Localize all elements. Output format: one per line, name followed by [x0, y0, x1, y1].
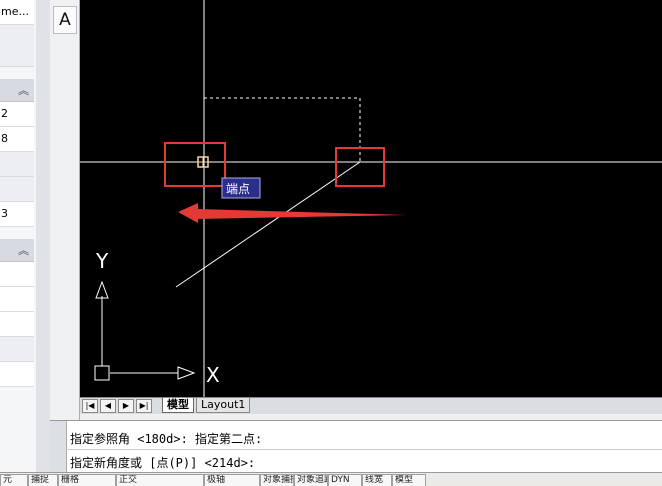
status-bar: 元 捕捉 栅格 正交 极轴 对象捕捉 对象追踪 DYN 线宽 模型 [0, 472, 662, 486]
command-prompt-line[interactable]: 指定新角度或 [点(P)] <214d>: [70, 454, 255, 471]
snap-tooltip-text: 端点 [226, 182, 250, 196]
property-row[interactable] [0, 177, 34, 202]
command-window[interactable]: 指定参照角 <180d>: 指定第二点: 指定新角度或 [点(P)] <214d… [50, 420, 662, 473]
status-coords: 元 [0, 474, 28, 486]
red-arrow-annotation [178, 203, 406, 223]
text-tool-button[interactable]: A [53, 6, 77, 34]
property-row[interactable]: 8 [0, 127, 34, 152]
command-separator [66, 449, 662, 450]
section-header[interactable]: ︽ [0, 239, 34, 262]
property-row[interactable] [0, 262, 34, 287]
status-osnap-toggle[interactable]: 对象捕捉 [260, 474, 294, 486]
status-snap-toggle[interactable]: 捕捉 [28, 474, 58, 486]
command-history-line: 指定参照角 <180d>: 指定第二点: [70, 432, 263, 446]
draw-toolbar: A [50, 0, 80, 420]
highlight-box-endpoint [164, 142, 226, 187]
properties-panel: me... ︽ 2 8 3 ︽ [0, 0, 37, 472]
property-value: 3 [1, 207, 8, 220]
property-row[interactable] [0, 40, 34, 67]
property-value: 2 [1, 107, 8, 120]
tab-layout1[interactable]: Layout1 [196, 398, 251, 413]
property-row[interactable] [0, 362, 34, 387]
ucs-y-arrowhead [95, 280, 109, 299]
first-tab-button[interactable]: |◀ [82, 399, 98, 413]
command-window-grip[interactable] [50, 421, 67, 473]
next-tab-button[interactable]: ▶ [118, 399, 134, 413]
canvas-drawing: 端点 Y X [80, 0, 662, 397]
section-header[interactable]: ︽ [0, 79, 34, 102]
layout-tab-bar: |◀ ◀ ▶ ▶| 模型 Layout1 [80, 397, 662, 414]
status-lineweight-toggle[interactable]: 线宽 [362, 474, 392, 486]
status-ortho-toggle[interactable]: 正交 [116, 474, 204, 486]
status-model-toggle[interactable]: 模型 [392, 474, 426, 486]
property-row[interactable] [0, 287, 34, 312]
status-polar-toggle[interactable]: 极轴 [204, 474, 260, 486]
property-row[interactable] [0, 312, 34, 337]
property-row[interactable]: 2 [0, 102, 34, 127]
property-row[interactable]: 3 [0, 202, 34, 227]
ucs-y-label: Y [95, 249, 109, 273]
ucs-x-label: X [206, 363, 220, 387]
status-grid-toggle[interactable]: 栅格 [58, 474, 116, 486]
property-row[interactable]: me... [0, 0, 34, 25]
property-row[interactable] [0, 152, 34, 177]
drawing-canvas[interactable]: 端点 Y X [80, 0, 662, 397]
ucs-x-arrowhead [177, 366, 196, 380]
ucs-origin-box [94, 365, 110, 381]
property-value: 8 [1, 132, 8, 145]
property-row[interactable] [0, 337, 34, 362]
collapse-chevron-icon[interactable]: ︽ [18, 242, 29, 258]
collapse-chevron-icon[interactable]: ︽ [18, 82, 29, 98]
tab-model[interactable]: 模型 [162, 398, 194, 413]
status-dyn-toggle[interactable]: DYN [328, 474, 362, 486]
panel-splitter[interactable] [36, 0, 50, 472]
status-otrack-toggle[interactable]: 对象追踪 [294, 474, 328, 486]
property-value: me... [1, 5, 29, 18]
last-tab-button[interactable]: ▶| [136, 399, 152, 413]
prev-tab-button[interactable]: ◀ [100, 399, 116, 413]
